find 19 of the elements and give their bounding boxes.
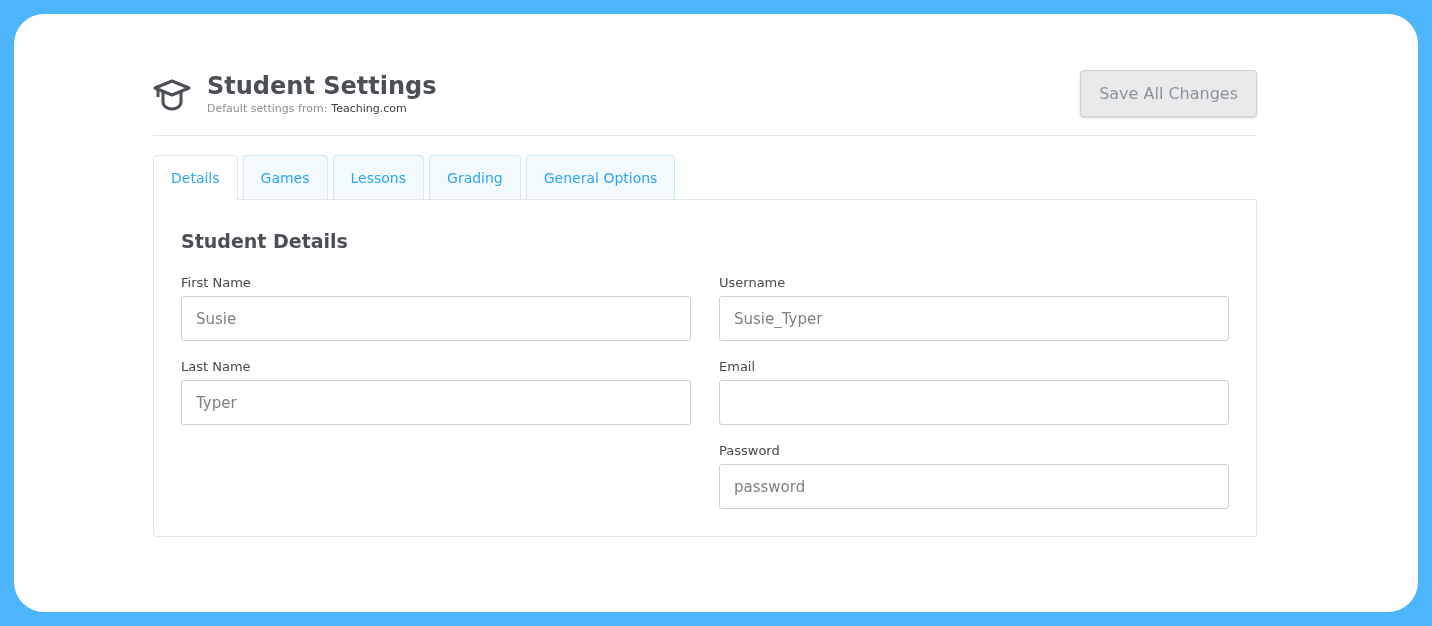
subtitle-label: Default settings from:: [207, 102, 328, 115]
text-field[interactable]: Susie_Typer: [719, 296, 1229, 341]
page-title: Student Settings: [207, 72, 437, 100]
tab[interactable]: General Options: [525, 155, 676, 199]
section-title: Student Details: [181, 230, 349, 252]
field-label: Email: [719, 359, 757, 374]
text-field[interactable]: password: [719, 464, 1229, 509]
subtitle-source: Teaching.com: [331, 102, 407, 115]
text-field[interactable]: Typer: [181, 380, 691, 425]
text-field[interactable]: Susie: [181, 296, 691, 341]
field-label: Last Name: [181, 359, 252, 374]
field-label: Username: [719, 275, 787, 290]
tab[interactable]: Grading: [429, 155, 521, 199]
tab[interactable]: Games: [242, 155, 328, 199]
field-label: First Name: [181, 275, 252, 290]
tab[interactable]: Details: [153, 155, 238, 200]
tab[interactable]: Lessons: [332, 155, 425, 199]
field-label: Password: [719, 443, 781, 458]
text-field[interactable]: [719, 380, 1229, 425]
